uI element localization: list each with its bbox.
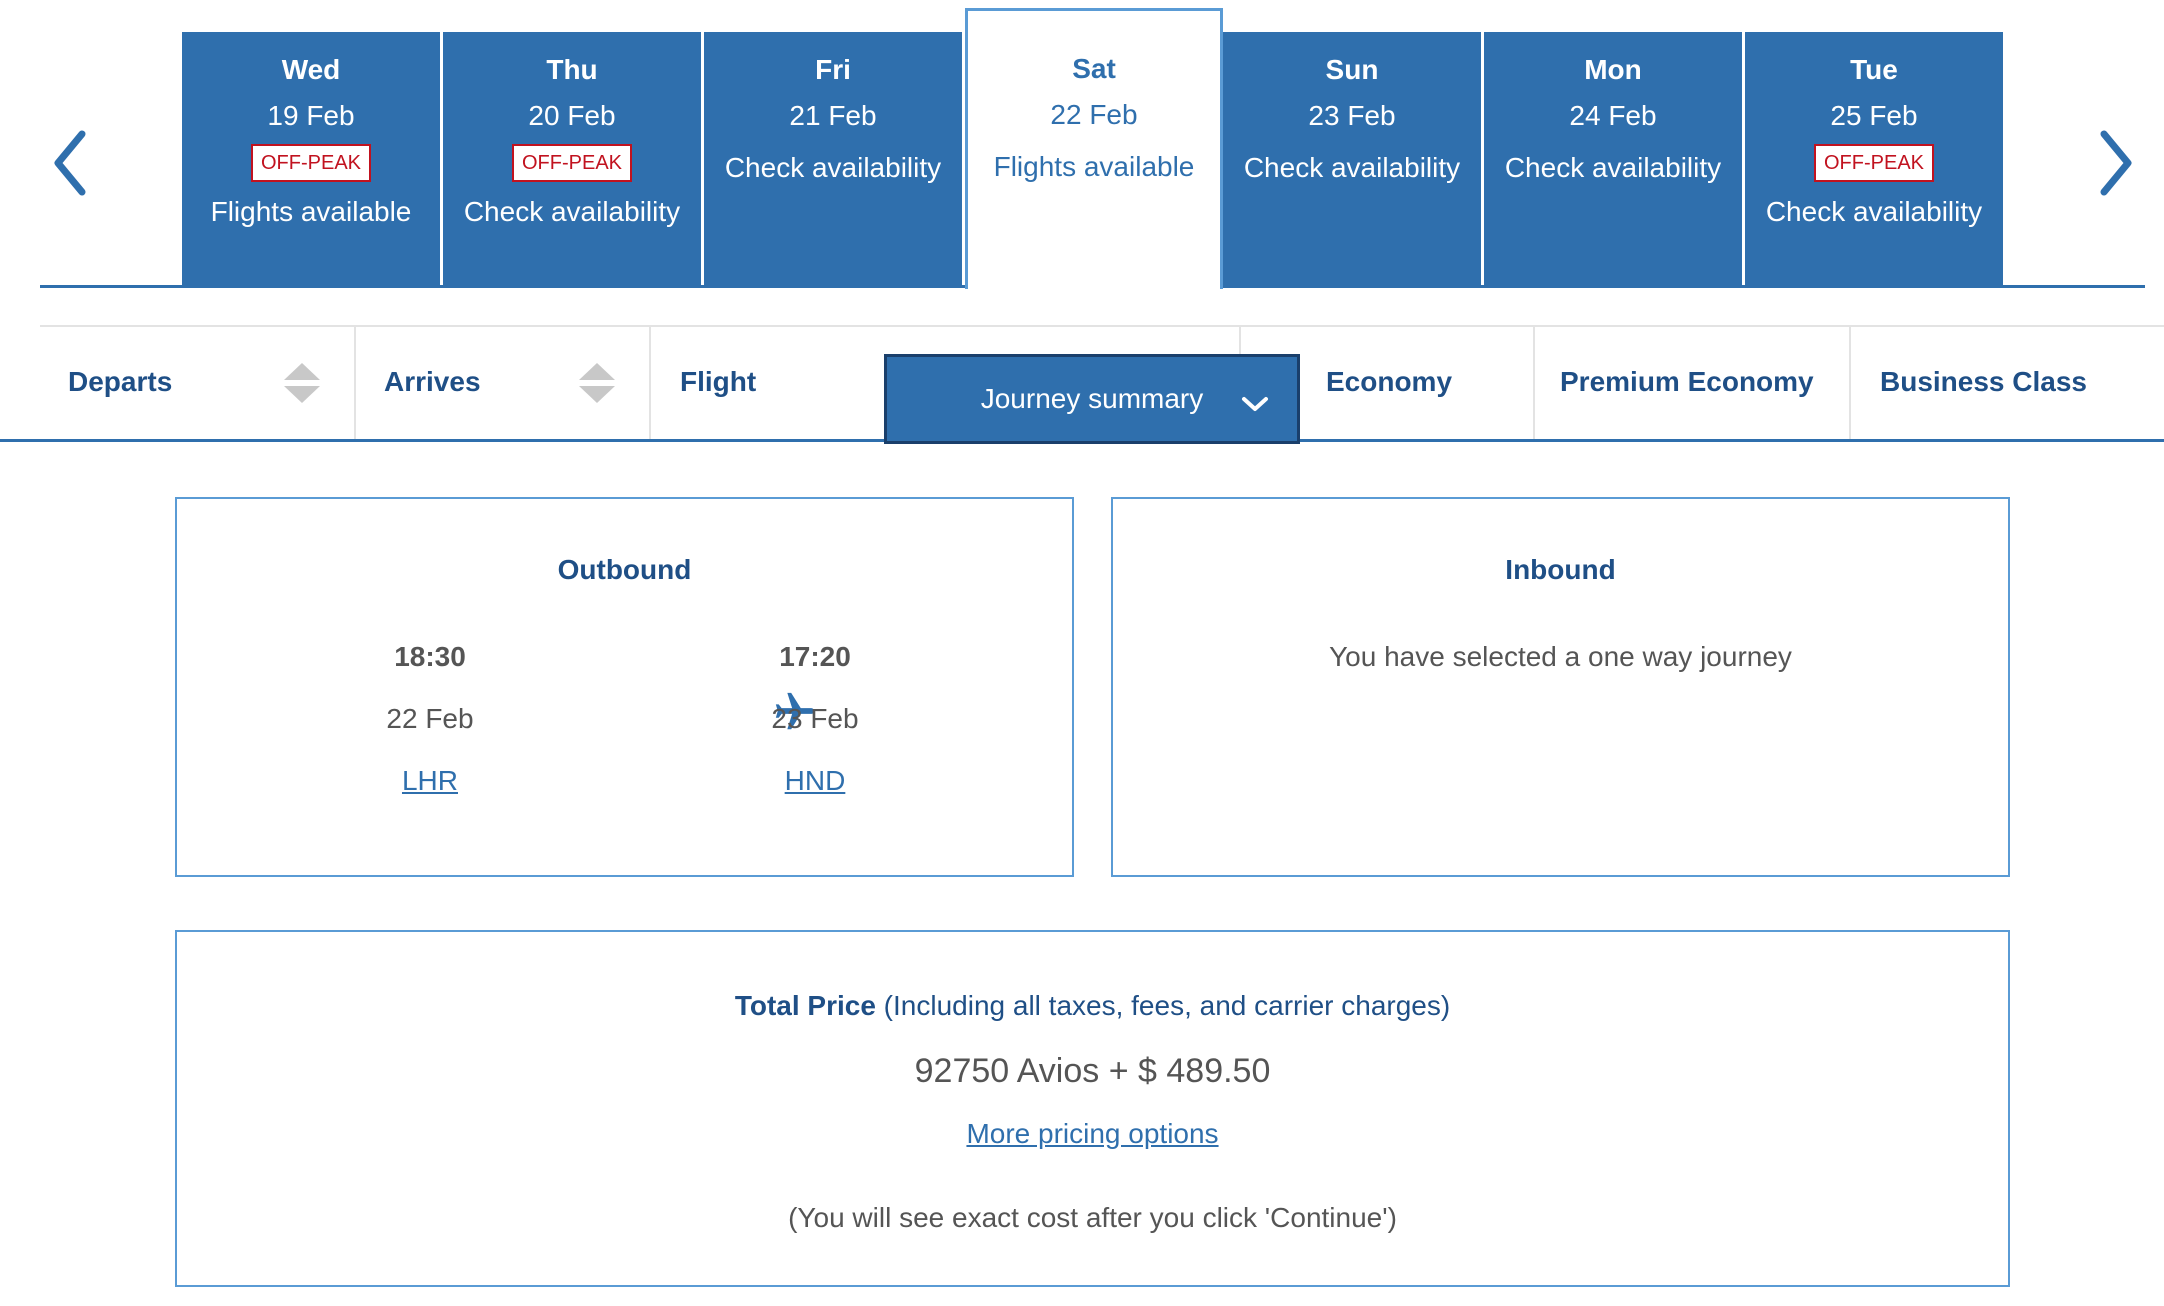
date-tab-thu[interactable]: Thu 20 Feb OFF-PEAK Check availability [443,32,701,287]
day-date: 19 Feb [267,100,355,131]
business-class-header[interactable]: Business Class [1880,325,2140,439]
availability-status: Check availability [463,196,681,227]
day-date: 20 Feb [528,100,616,131]
date-tab-mon[interactable]: Mon 24 Feb Check availability [1484,32,1742,287]
day-name: Sun [1325,54,1379,85]
departure-time: 18:30 [394,641,466,672]
departs-label: Departs [68,366,173,397]
column-divider [1239,325,1241,355]
off-peak-badge: OFF-PEAK [250,144,371,182]
day-date: 22 Feb [1050,99,1138,130]
price-note: (You will see exact cost after you click… [788,1202,1397,1233]
total-price-title: Total Price (Including all taxes, fees, … [177,990,2008,1022]
total-price-amount: 92750 Avios + $ 489.50 [914,1052,1271,1090]
outbound-panel: Outbound 18:30 22 Feb LHR 17:20 23 Feb H… [175,497,1074,877]
day-name: Fri [815,54,851,85]
availability-status: Check availability [724,152,942,183]
day-name: Sat [1072,53,1116,84]
chevron-down-icon [1242,397,1268,411]
chevron-left-icon [54,130,86,196]
date-tab-sun[interactable]: Sun 23 Feb Check availability [1223,32,1481,287]
sort-icon[interactable] [579,363,615,403]
total-price-qualifier: (Including all taxes, fees, and carrier … [875,990,1451,1021]
availability-status: Flights available [993,151,1195,182]
journey-summary-label: Journey summary [980,383,1204,414]
next-dates-button[interactable] [2086,118,2146,208]
premium-economy-label: Premium Economy [1560,366,1814,397]
arrival-column: 17:20 23 Feb HND [715,641,915,797]
availability-status: Flights available [210,196,412,227]
flight-label: Flight [680,366,757,397]
previous-dates-button[interactable] [40,118,100,208]
arrival-time: 17:20 [779,641,851,672]
date-tab-tue[interactable]: Tue 25 Feb OFF-PEAK Check availability [1745,32,2003,287]
day-date: 23 Feb [1308,100,1396,131]
date-tab-sat-selected[interactable]: Sat 22 Feb Flights available [965,8,1223,289]
column-divider [1533,325,1535,439]
sort-icon[interactable] [284,363,320,403]
flight-header: Flight [680,325,860,439]
business-class-label: Business Class [1880,366,2087,397]
day-name: Wed [281,54,341,85]
outbound-title: Outbound [557,554,692,585]
day-name: Thu [546,54,598,85]
departure-airport-link[interactable]: LHR [330,765,530,797]
inbound-panel: Inbound You have selected a one way jour… [1111,497,2010,877]
day-date: 25 Feb [1830,100,1918,131]
total-price-label: Total Price [734,990,876,1021]
date-tab-fri[interactable]: Fri 21 Feb Check availability [704,32,962,287]
off-peak-badge: OFF-PEAK [1813,144,1934,182]
day-date: 21 Feb [789,100,877,131]
economy-label: Economy [1326,366,1453,397]
more-pricing-options-link[interactable]: More pricing options [966,1118,1218,1149]
inbound-title: Inbound [1505,554,1616,585]
availability-status: Check availability [1504,152,1722,183]
column-divider [1849,325,1851,439]
day-date: 24 Feb [1569,100,1657,131]
one-way-message: You have selected a one way journey [1329,641,1792,672]
pricing-options-row: More pricing options [177,1118,2008,1150]
arrival-airport-link[interactable]: HND [715,765,915,797]
arrival-date: 23 Feb [771,703,859,734]
total-price-panel: Total Price (Including all taxes, fees, … [175,930,2010,1287]
departure-column: 18:30 22 Feb LHR [330,641,530,797]
premium-economy-header[interactable]: Premium Economy [1560,325,1860,439]
availability-status: Check availability [1765,196,1983,227]
day-name: Mon [1584,54,1642,85]
off-peak-badge: OFF-PEAK [511,144,632,182]
arrives-label: Arrives [384,366,481,397]
journey-summary-toggle[interactable]: Journey summary [884,354,1300,444]
column-divider [354,325,356,439]
chevron-right-icon [2100,130,2132,196]
departure-date: 22 Feb [386,703,474,734]
economy-header[interactable]: Economy [1326,325,1526,439]
date-tab-wed[interactable]: Wed 19 Feb OFF-PEAK Flights available [182,32,440,287]
day-name: Tue [1850,54,1898,85]
availability-status: Check availability [1243,152,1461,183]
column-divider [649,325,651,439]
sort-arrives-header[interactable]: Arrives [384,325,584,439]
